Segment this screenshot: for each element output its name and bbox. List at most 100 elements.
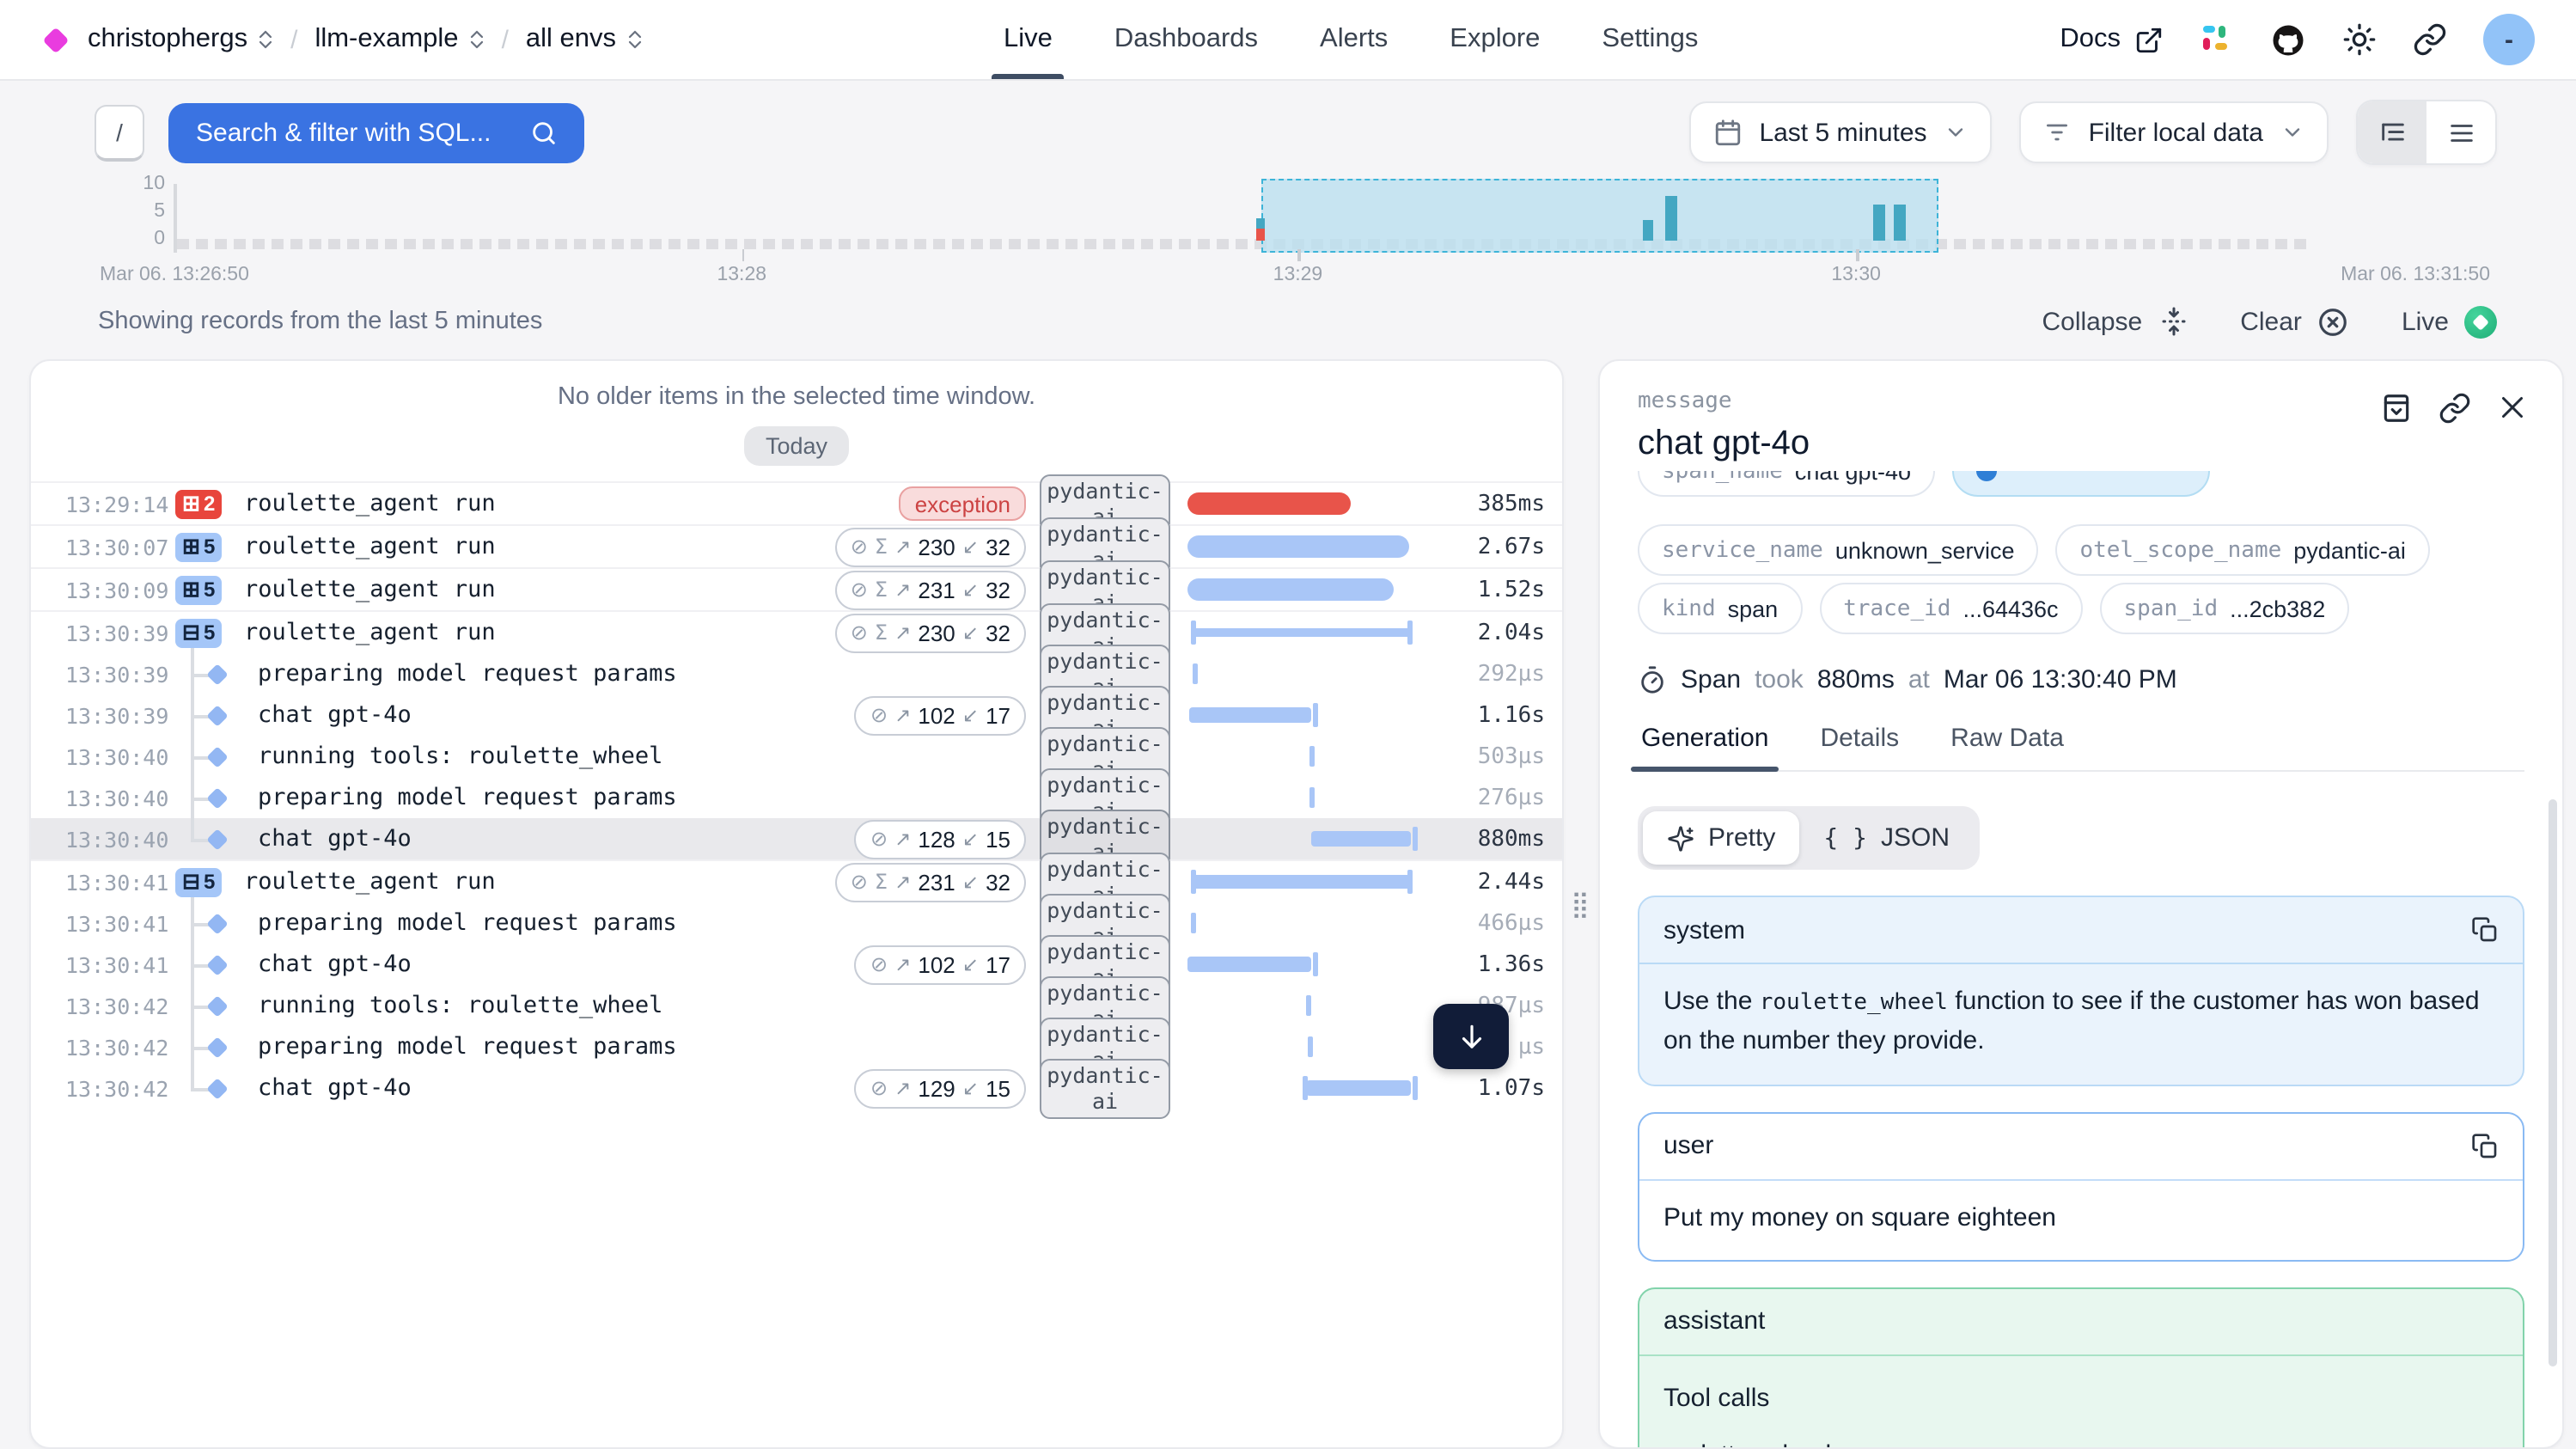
expand-badge[interactable]: ⊞5 bbox=[175, 532, 222, 561]
filter-local-data-dropdown[interactable]: Filter local data bbox=[2020, 101, 2329, 163]
assistant-role-label: assistant bbox=[1663, 1307, 1765, 1336]
clear-label: Clear bbox=[2240, 307, 2302, 336]
trace-row[interactable]: 13:30:42preparing model request paramspy… bbox=[31, 1026, 1562, 1067]
chevron-down-icon bbox=[2280, 120, 2304, 144]
row-timestamp: 13:30:41 bbox=[65, 910, 175, 936]
x-axis-tick bbox=[742, 249, 744, 261]
row-timestamp: 13:30:42 bbox=[65, 1034, 175, 1060]
today-pill[interactable]: Today bbox=[745, 426, 848, 466]
tab-details[interactable]: Details bbox=[1816, 724, 1902, 770]
span-name: preparing model request params bbox=[258, 784, 677, 811]
nav-tab-dashboards[interactable]: Dashboards bbox=[1114, 0, 1258, 79]
expand-badge[interactable]: ⊞2 bbox=[175, 489, 222, 518]
model-pill[interactable] bbox=[1952, 471, 2210, 497]
trace-row[interactable]: 13:30:41preparing model request paramspy… bbox=[31, 902, 1562, 944]
token-usage-badge: ⊘↗102↙17 bbox=[855, 945, 1026, 984]
expand-badge[interactable]: ⊞5 bbox=[175, 575, 222, 604]
trace-row[interactable]: 13:30:09⊞5roulette_agent run⊘Σ↗231↙32pyd… bbox=[31, 567, 1562, 610]
nav-tab-live[interactable]: Live bbox=[1004, 0, 1053, 79]
pretty-toggle[interactable]: Pretty bbox=[1643, 811, 1799, 865]
logfire-logo-icon[interactable] bbox=[42, 26, 69, 52]
span-count: 5 bbox=[204, 578, 215, 602]
clear-button[interactable]: Clear bbox=[2240, 305, 2350, 338]
input-tokens-arrow-icon: ↗ bbox=[894, 578, 911, 602]
duration-bar bbox=[1308, 1036, 1313, 1057]
row-tree-cell bbox=[175, 944, 237, 985]
attribute-pill-otel_scope_name[interactable]: otel_scope_namepydantic-ai bbox=[2055, 524, 2429, 576]
tree-view-toggle[interactable] bbox=[2358, 101, 2426, 163]
main-panels: No older items in the selected time wind… bbox=[29, 359, 2564, 1449]
search-sql-button[interactable]: Search & filter with SQL... bbox=[168, 102, 583, 162]
row-tree-cell bbox=[175, 653, 237, 694]
nav-tab-explore[interactable]: Explore bbox=[1450, 0, 1540, 79]
exception-badge[interactable]: exception bbox=[900, 486, 1026, 521]
share-link-icon[interactable] bbox=[2413, 22, 2447, 57]
live-toggle[interactable]: Live bbox=[2402, 305, 2497, 338]
attribute-pill-trace_id[interactable]: trace_id...64436c bbox=[1819, 583, 2082, 634]
json-toggle[interactable]: { } JSON bbox=[1799, 811, 1974, 865]
nav-tab-alerts[interactable]: Alerts bbox=[1320, 0, 1388, 79]
trace-row[interactable]: 13:30:41⊟5roulette_agent run⊘Σ↗231↙32pyd… bbox=[31, 859, 1562, 902]
scope-badge[interactable]: pydantic-ai bbox=[1040, 1058, 1170, 1118]
span-name: roulette_agent run bbox=[244, 490, 496, 517]
span-name-pill[interactable]: span_name chat gpt-4o bbox=[1638, 471, 1935, 497]
trace-row[interactable]: 13:30:39⊟5roulette_agent run⊘Σ↗230↙32pyd… bbox=[31, 610, 1562, 653]
list-view-toggle[interactable] bbox=[2426, 101, 2495, 163]
expand-badge[interactable]: ⊟5 bbox=[175, 618, 222, 647]
trace-row[interactable]: 13:30:39chat gpt-4o⊘↗102↙17pydantic-ai1.… bbox=[31, 694, 1562, 736]
github-icon[interactable] bbox=[2270, 21, 2306, 58]
span-name: roulette_agent run bbox=[244, 619, 496, 646]
nav-tab-settings[interactable]: Settings bbox=[1602, 0, 1698, 79]
trace-row[interactable]: 13:29:14⊞2roulette_agent runexceptionpyd… bbox=[31, 481, 1562, 524]
trace-row[interactable]: 13:30:40running tools: roulette_wheelpyd… bbox=[31, 736, 1562, 777]
input-tokens-arrow-icon: ↗ bbox=[894, 827, 911, 851]
scroll-to-bottom-button[interactable] bbox=[1433, 1004, 1509, 1069]
docs-label: Docs bbox=[2060, 24, 2121, 55]
clear-circle-x-icon bbox=[2317, 305, 2350, 338]
nav-right-cluster: Docs - bbox=[2060, 14, 2535, 65]
duration-bar-cell bbox=[1187, 818, 1431, 859]
archive-icon[interactable] bbox=[2380, 392, 2413, 425]
row-duration: 292µs bbox=[1445, 661, 1545, 687]
duration-bar-cell bbox=[1187, 612, 1431, 653]
tab-generation[interactable]: Generation bbox=[1638, 724, 1772, 770]
time-selection-region[interactable] bbox=[1261, 179, 1938, 253]
pill-key: trace_id bbox=[1843, 596, 1950, 621]
theme-sun-icon[interactable] bbox=[2342, 22, 2377, 57]
trace-row[interactable]: 13:30:07⊞5roulette_agent run⊘Σ↗230↙32pyd… bbox=[31, 524, 1562, 567]
avatar[interactable]: - bbox=[2483, 14, 2535, 65]
time-range-dropdown[interactable]: Last 5 minutes bbox=[1688, 101, 1992, 163]
duration-bar bbox=[1191, 870, 1195, 894]
attribute-pill-span_id[interactable]: span_id...2cb382 bbox=[2100, 583, 2350, 634]
trace-row[interactable]: 13:30:42chat gpt-4o⊘↗129↙15pydantic-ai1.… bbox=[31, 1067, 1562, 1109]
copy-icon[interactable] bbox=[2471, 916, 2499, 944]
trace-row[interactable]: 13:30:39preparing model request paramspy… bbox=[31, 653, 1562, 694]
scrollbar-thumb[interactable] bbox=[2549, 799, 2557, 1366]
copy-link-icon[interactable] bbox=[2439, 392, 2471, 425]
slack-icon[interactable] bbox=[2200, 22, 2234, 57]
row-duration: 2.44s bbox=[1445, 869, 1545, 895]
attribute-pill-kind[interactable]: kindspan bbox=[1638, 583, 1802, 634]
collapse-button[interactable]: Collapse bbox=[2042, 306, 2188, 337]
breadcrumb-item-christophergs[interactable]: christophergs bbox=[88, 24, 273, 55]
histogram-bar bbox=[1893, 204, 1905, 241]
breadcrumb-item-llm-example[interactable]: llm-example bbox=[314, 24, 484, 55]
search-icon bbox=[528, 118, 558, 147]
panel-resize-handle[interactable]: ⣿ bbox=[1571, 892, 1590, 918]
attribute-pill-service_name[interactable]: service_nameunknown_service bbox=[1638, 524, 2038, 576]
trace-row[interactable]: 13:30:40chat gpt-4o⊘↗128↙15pydantic-ai88… bbox=[31, 818, 1562, 859]
breadcrumb-item-all-envs[interactable]: all envs bbox=[526, 24, 642, 55]
copy-icon[interactable] bbox=[2471, 1132, 2499, 1159]
model-dot-icon bbox=[1976, 471, 1997, 481]
duration-bar bbox=[1313, 703, 1317, 727]
expand-badge[interactable]: ⊟5 bbox=[175, 867, 222, 896]
docs-link[interactable]: Docs bbox=[2060, 24, 2164, 55]
close-icon[interactable] bbox=[2497, 392, 2528, 425]
expand-plus-icon: ⊞ bbox=[182, 536, 200, 558]
trace-row[interactable]: 13:30:42running tools: roulette_wheelpyd… bbox=[31, 985, 1562, 1026]
histogram-plot[interactable] bbox=[177, 177, 2349, 256]
trace-row[interactable]: 13:30:40preparing model request paramspy… bbox=[31, 777, 1562, 818]
trace-row[interactable]: 13:30:41chat gpt-4o⊘↗102↙17pydantic-ai1.… bbox=[31, 944, 1562, 985]
span-summary: Span took 880ms at Mar 06 13:30:40 PM bbox=[1638, 665, 2524, 694]
tab-raw-data[interactable]: Raw Data bbox=[1947, 724, 2067, 770]
